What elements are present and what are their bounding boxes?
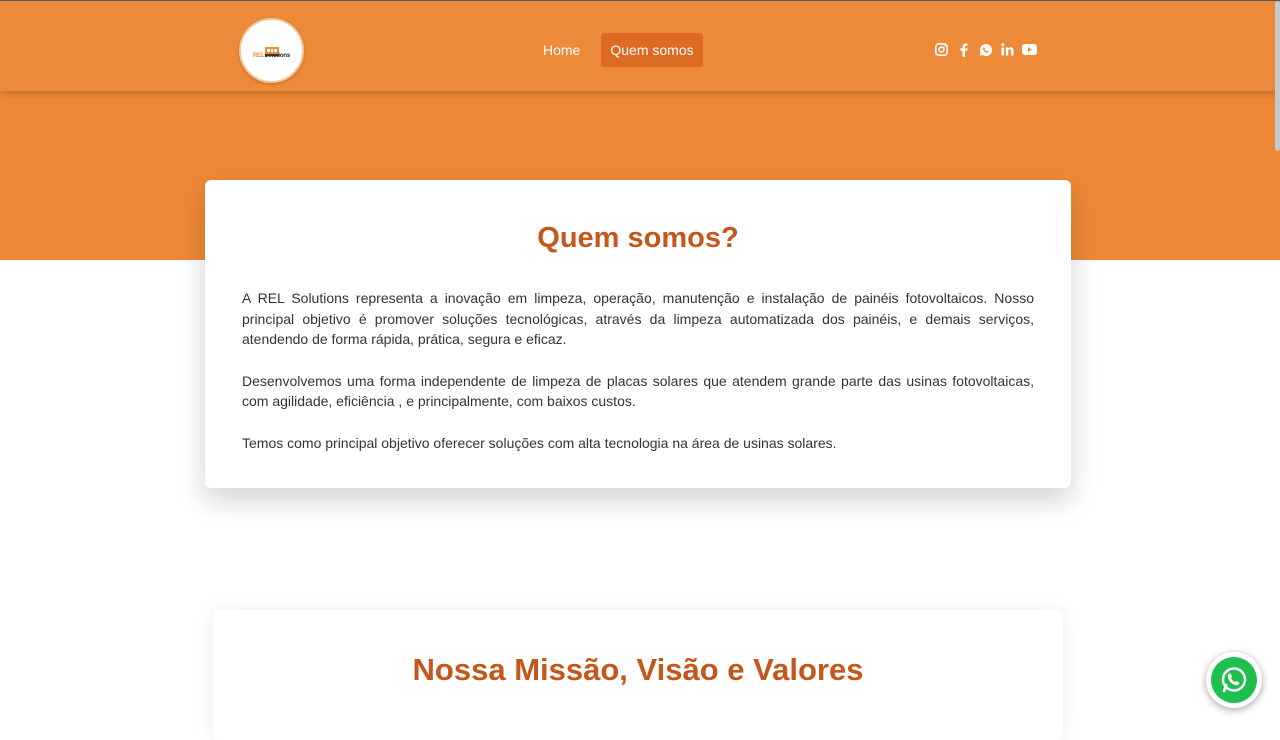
facebook-icon[interactable] — [956, 42, 971, 57]
about-paragraph-1: A REL Solutions representa a inovação em… — [242, 290, 1034, 348]
linkedin-icon[interactable] — [1000, 42, 1015, 57]
mission-title: Nossa Missão, Visão e Valores — [412, 652, 864, 687]
logo-mark-icon — [264, 43, 279, 56]
logo-prefix: REL — [253, 52, 265, 59]
site-header: RELSolutions Home Quem somos — [0, 1, 1280, 91]
nav-home[interactable]: Home — [530, 33, 593, 67]
main-nav: Home Quem somos — [530, 33, 703, 67]
nav-quem-somos[interactable]: Quem somos — [601, 33, 703, 67]
about-card: Quem somos? A REL Solutions representa a… — [205, 180, 1071, 488]
page-scrollbar[interactable] — [1275, 1, 1280, 151]
whatsapp-float-icon — [1211, 657, 1257, 703]
about-paragraph-3: Temos como principal objetivo oferecer s… — [242, 434, 837, 451]
whatsapp-float-button[interactable] — [1206, 652, 1262, 708]
about-paragraph-2: Desenvolvemos uma forma independente de … — [242, 372, 1034, 410]
whatsapp-icon[interactable] — [978, 42, 993, 57]
instagram-icon[interactable] — [934, 42, 949, 57]
social-links — [934, 42, 1037, 57]
rel-solutions-logo[interactable]: RELSolutions — [239, 18, 304, 83]
mission-card: Nossa Missão, Visão e Valores — [213, 610, 1063, 740]
about-title: Quem somos? — [537, 222, 739, 254]
youtube-icon[interactable] — [1022, 42, 1037, 57]
about-body: A REL Solutions representa a inovação em… — [242, 288, 1034, 475]
